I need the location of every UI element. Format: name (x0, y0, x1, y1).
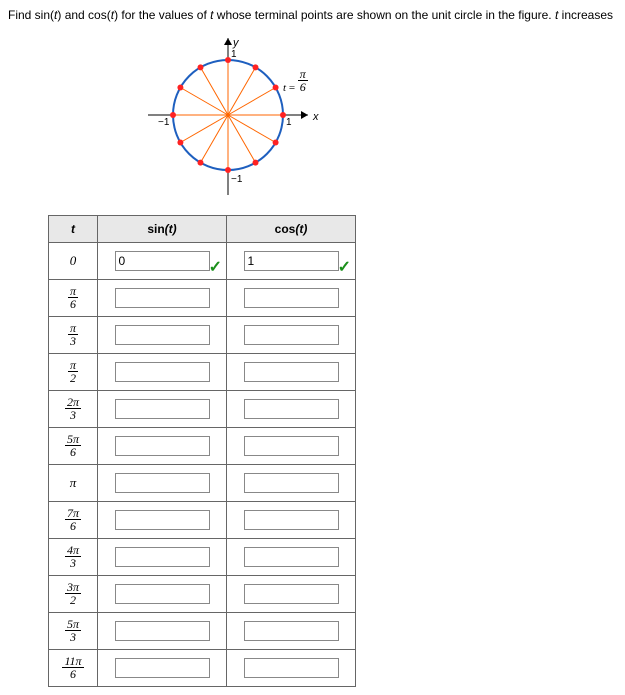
sin-input[interactable] (115, 362, 210, 382)
cos-cell (227, 650, 356, 687)
t-value: π3 (49, 317, 98, 354)
cos-cell (227, 465, 356, 502)
cos-cell (227, 613, 356, 650)
svg-text:1: 1 (286, 117, 292, 128)
sin-cell (98, 576, 227, 613)
t-value: π6 (49, 280, 98, 317)
cos-input[interactable] (244, 325, 339, 345)
sin-cell (98, 650, 227, 687)
cos-input[interactable] (244, 436, 339, 456)
t-value: π2 (49, 354, 98, 391)
cos-input[interactable] (244, 621, 339, 641)
sin-cell (98, 391, 227, 428)
cos-input[interactable] (244, 399, 339, 419)
table-row: 3π2 (49, 576, 356, 613)
sin-cell (98, 354, 227, 391)
cos-cell (227, 354, 356, 391)
cos-input[interactable] (244, 288, 339, 308)
cos-input[interactable] (244, 362, 339, 382)
axis-y-label: y (232, 37, 240, 49)
sin-input[interactable] (115, 510, 210, 530)
cos-cell (227, 428, 356, 465)
sin-cell (98, 280, 227, 317)
sin-cell (98, 428, 227, 465)
cos-cell (227, 539, 356, 576)
t-value: 7π6 (49, 502, 98, 539)
table-row: π2 (49, 354, 356, 391)
t-value: 3π2 (49, 576, 98, 613)
sin-cell: ✓ (98, 243, 227, 280)
header-cos: cos(t) (227, 216, 356, 243)
sin-input[interactable] (115, 288, 210, 308)
unit-circle-figure: y x 1 1 −1 −1 t = π6 (128, 30, 328, 200)
axis-x-label: x (312, 111, 319, 123)
cos-input[interactable] (244, 473, 339, 493)
t-value: 4π3 (49, 539, 98, 576)
table-row: 4π3 (49, 539, 356, 576)
table-row: 5π6 (49, 428, 356, 465)
angle-annotation: t = π6 (283, 68, 308, 94)
check-icon: ✓ (209, 257, 222, 277)
sin-input[interactable] (115, 584, 210, 604)
table-row: 11π6 (49, 650, 356, 687)
table-row: π6 (49, 280, 356, 317)
check-icon: ✓ (338, 257, 351, 277)
t-value: 11π6 (49, 650, 98, 687)
sin-cell (98, 502, 227, 539)
sin-input[interactable] (115, 547, 210, 567)
table-row: 2π3 (49, 391, 356, 428)
sin-input[interactable] (115, 436, 210, 456)
sin-cell (98, 465, 227, 502)
header-t: t (49, 216, 98, 243)
cos-input[interactable] (244, 547, 339, 567)
sin-cell (98, 317, 227, 354)
table-row: 0 ✓ ✓ (49, 243, 356, 280)
sin-cell (98, 539, 227, 576)
t-value: π (49, 465, 98, 502)
cos-cell (227, 317, 356, 354)
sin-cell (98, 613, 227, 650)
cos-input[interactable] (244, 251, 339, 271)
sin-input[interactable] (115, 658, 210, 678)
t-value: 5π6 (49, 428, 98, 465)
sin-input[interactable] (115, 621, 210, 641)
t-value: 5π3 (49, 613, 98, 650)
table-row: 5π3 (49, 613, 356, 650)
svg-text:−1: −1 (158, 117, 170, 128)
trig-table: t sin(t) cos(t) 0 ✓ ✓ π6π3π22π35π6π7π64π33π… (48, 215, 356, 687)
cos-cell (227, 391, 356, 428)
cos-input[interactable] (244, 658, 339, 678)
cos-cell: ✓ (227, 243, 356, 280)
problem-instruction: Find sin(t) and cos(t) for the values of… (8, 8, 617, 22)
table-row: 7π6 (49, 502, 356, 539)
svg-text:−1: −1 (231, 174, 243, 185)
table-row: π3 (49, 317, 356, 354)
sin-input[interactable] (115, 325, 210, 345)
svg-text:1: 1 (231, 49, 237, 60)
t-value: 0 (49, 243, 98, 280)
sin-input[interactable] (115, 399, 210, 419)
cos-cell (227, 280, 356, 317)
sin-input[interactable] (115, 473, 210, 493)
t-value: 2π3 (49, 391, 98, 428)
cos-cell (227, 576, 356, 613)
cos-cell (227, 502, 356, 539)
header-sin: sin(t) (98, 216, 227, 243)
table-row: π (49, 465, 356, 502)
cos-input[interactable] (244, 584, 339, 604)
sin-input[interactable] (115, 251, 210, 271)
cos-input[interactable] (244, 510, 339, 530)
